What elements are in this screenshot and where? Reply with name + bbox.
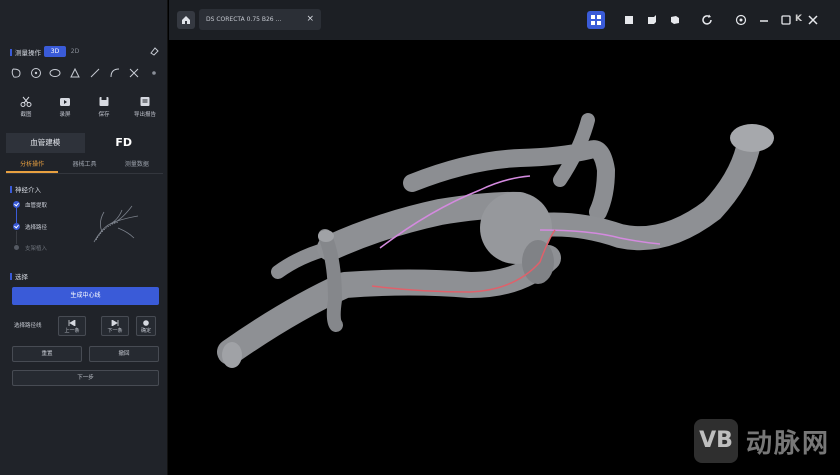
- save-button[interactable]: 保存: [89, 96, 119, 118]
- vessel-end-cap: [730, 124, 774, 152]
- watermark-logo: VB: [693, 419, 738, 463]
- subtab-analysis[interactable]: 分析操作: [6, 157, 59, 173]
- export-report-button[interactable]: 导出报告: [130, 96, 160, 118]
- left-panel: 测量操作 3D 2D 截图 录屏 保存 导出报告 血管建模 FD 分析操作 器械…: [0, 0, 168, 475]
- step-label: 支架植入: [25, 246, 48, 252]
- step-stent-implant[interactable]: 支架植入: [13, 244, 47, 252]
- check-icon: [13, 201, 20, 208]
- path-section-title: 神经介入: [10, 184, 41, 194]
- view-side-icon[interactable]: [645, 13, 659, 27]
- layout-grid-icon[interactable]: [587, 11, 605, 29]
- vessel-sketch-icon: [93, 205, 139, 243]
- main-tabs: 血管建模 FD: [6, 133, 163, 153]
- screenshot-label: 截图: [20, 112, 32, 118]
- generate-centerline-button[interactable]: 生成中心线: [12, 287, 159, 305]
- step-label: 选择路径: [25, 225, 48, 231]
- path-select-label: 选择路径线: [14, 323, 42, 329]
- close-tab-icon[interactable]: ×: [306, 9, 314, 30]
- video-icon: [60, 98, 70, 106]
- step-connector-inactive: [16, 231, 17, 244]
- reset-button[interactable]: 重置: [12, 346, 82, 362]
- watermark: VB 动脉网: [693, 419, 830, 463]
- tab-vessel-model[interactable]: 血管建模: [6, 133, 85, 153]
- measure-tools: [10, 66, 160, 80]
- step-connector: [16, 208, 17, 223]
- curve-icon[interactable]: [109, 67, 121, 79]
- save-icon: [99, 97, 109, 106]
- sub-tabs: 分析操作 器械工具 测量数据: [6, 157, 163, 174]
- home-icon: [182, 16, 190, 24]
- angle-icon[interactable]: [69, 67, 81, 79]
- measure-title: 测量操作: [10, 47, 41, 57]
- maximize-icon[interactable]: [779, 13, 793, 27]
- check-icon: [13, 223, 20, 230]
- record-button[interactable]: 录屏: [50, 96, 80, 118]
- subtab-measure-data[interactable]: 测量数据: [111, 157, 163, 173]
- step-label: 血管提取: [25, 203, 48, 209]
- freehand-roi-icon[interactable]: [10, 67, 22, 79]
- file-tab[interactable]: DS CORECTA 0.75 B26 ... ×: [199, 9, 321, 30]
- screenshot-button[interactable]: 截图: [11, 96, 41, 118]
- next-step-button[interactable]: 下一步: [12, 370, 159, 386]
- next-path-button[interactable]: 下一条: [101, 316, 129, 336]
- dot-icon[interactable]: [148, 67, 160, 79]
- ellipse-icon[interactable]: [49, 67, 61, 79]
- undo-button[interactable]: 撤回: [89, 346, 159, 362]
- 3d-viewport[interactable]: VB 动脉网: [169, 40, 840, 475]
- minimize-icon[interactable]: [757, 13, 771, 27]
- cross-icon[interactable]: [128, 67, 140, 79]
- view-cube-icon[interactable]: [668, 13, 682, 27]
- prev-path-button[interactable]: 上一条: [58, 316, 86, 336]
- report-icon: [140, 97, 150, 106]
- prev-icon: [68, 320, 76, 326]
- file-tab-title: DS CORECTA 0.75 B26 ...: [206, 16, 282, 23]
- vessel-model[interactable]: [169, 40, 840, 475]
- pending-dot-icon: [14, 245, 19, 250]
- home-button[interactable]: [177, 11, 195, 29]
- close-window-icon[interactable]: [806, 13, 820, 27]
- tab-fd[interactable]: FD: [85, 133, 164, 153]
- watermark-text: 动脉网: [745, 428, 830, 459]
- refresh-icon[interactable]: [700, 13, 714, 27]
- export-report-label: 导出报告: [133, 112, 156, 118]
- line-icon[interactable]: [89, 67, 101, 79]
- mode-3d-toggle[interactable]: 3D: [44, 46, 66, 57]
- scissors-icon: [20, 96, 32, 107]
- eraser-icon[interactable]: [149, 46, 159, 56]
- step-vessel-extract[interactable]: 血管提取: [13, 201, 47, 209]
- record-label: 录屏: [59, 112, 71, 118]
- corner-mark: K: [795, 14, 802, 24]
- next-icon: [111, 320, 119, 326]
- top-toolbar: DS CORECTA 0.75 B26 ... × K: [169, 0, 840, 40]
- confirm-path-button[interactable]: 确定: [136, 316, 156, 336]
- confirm-label: 确定: [140, 328, 151, 334]
- mode-2d-toggle[interactable]: 2D: [68, 46, 82, 57]
- confirm-dot-icon: [143, 320, 149, 326]
- save-label: 保存: [98, 112, 110, 118]
- circle-point-icon[interactable]: [30, 67, 42, 79]
- prev-label: 上一条: [64, 328, 80, 334]
- next-label: 下一条: [107, 328, 123, 334]
- settings-icon[interactable]: [734, 13, 748, 27]
- view-front-icon[interactable]: [622, 13, 636, 27]
- subtab-devices[interactable]: 器械工具: [58, 157, 110, 173]
- step-select-path[interactable]: 选择路径: [13, 223, 47, 231]
- select-section-title: 选择: [10, 271, 28, 281]
